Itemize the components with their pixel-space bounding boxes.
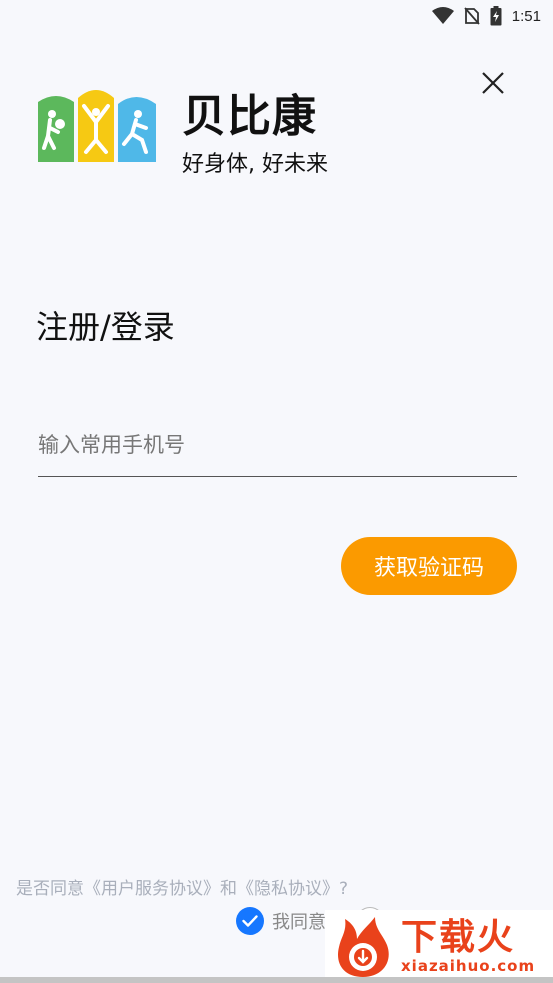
wifi-icon (431, 7, 454, 25)
status-time: 1:51 (511, 7, 541, 25)
phone-input[interactable] (38, 420, 517, 470)
check-icon (242, 915, 258, 927)
home-indicator (0, 977, 553, 983)
close-button[interactable] (474, 64, 512, 102)
no-sim-icon (464, 7, 480, 25)
watermark-cn: 下载火 (401, 916, 516, 958)
brand-logo (38, 88, 158, 162)
get-code-button[interactable]: 获取验证码 (341, 537, 517, 595)
phone-field (38, 420, 517, 477)
close-icon (482, 72, 504, 94)
agree-option[interactable]: 我同意 (236, 906, 326, 936)
status-bar: 1:51 (0, 0, 553, 32)
page-title: 注册/登录 (36, 308, 175, 346)
watermark-en: xiazaihuo.com (401, 956, 536, 975)
watermark-logo-icon (338, 916, 389, 977)
agreement-question: 是否同意《用户服务协议》和《隐私协议》? (16, 879, 349, 899)
watermark: 下载火 xiazaihuo.com (325, 910, 553, 983)
agree-checkbox[interactable] (236, 907, 264, 935)
battery-charging-icon (490, 6, 502, 26)
brand-slogan: 好身体, 好未来 (182, 152, 328, 177)
brand-name: 贝比康 (182, 91, 317, 142)
agree-label: 我同意 (272, 912, 326, 933)
